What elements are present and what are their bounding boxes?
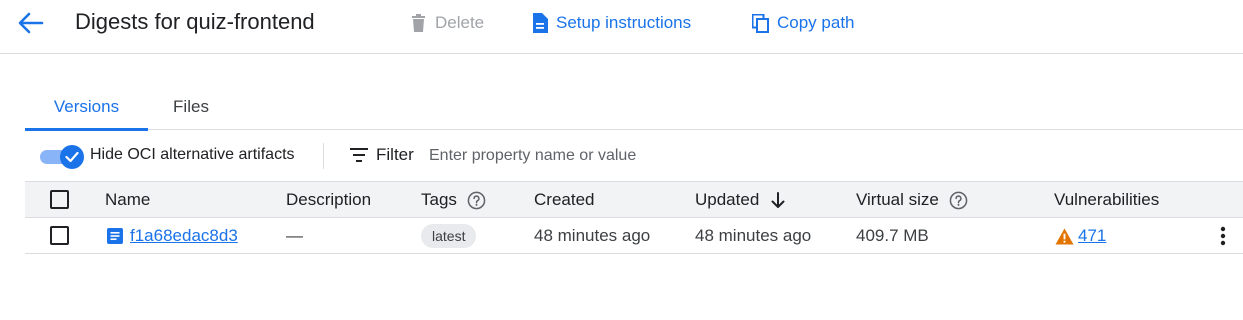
- document-icon: [533, 13, 548, 33]
- column-header-vulnerabilities[interactable]: Vulnerabilities: [1054, 190, 1159, 210]
- column-header-name[interactable]: Name: [105, 190, 150, 210]
- column-header-virtual-size: Virtual size: [856, 190, 968, 210]
- toolbar-divider: [323, 143, 324, 169]
- row-vulnerabilities-cell: 471: [1055, 226, 1106, 246]
- help-circle-icon[interactable]: [949, 191, 968, 210]
- digest-link[interactable]: f1a68edac8d3: [130, 226, 238, 246]
- warning-icon: [1055, 227, 1074, 245]
- help-circle-icon[interactable]: [467, 191, 486, 210]
- column-header-description[interactable]: Description: [286, 190, 371, 210]
- delete-label: Delete: [435, 13, 485, 32]
- trash-icon: [412, 14, 425, 32]
- toggle-label: Hide OCI alternative artifacts: [90, 146, 295, 163]
- row-created-cell: 48 minutes ago: [534, 226, 651, 245]
- row-checkbox[interactable]: [50, 226, 69, 245]
- tags-header-label: Tags: [421, 190, 457, 209]
- filter-button[interactable]: Filter: [350, 145, 414, 165]
- back-button[interactable]: [16, 11, 44, 35]
- updated-header-label: Updated: [695, 190, 760, 209]
- column-header-updated[interactable]: Updated: [695, 190, 785, 210]
- page-header: Digests for quiz-frontend Delete Setup i…: [0, 0, 1243, 54]
- arrow-down-icon[interactable]: [771, 191, 785, 209]
- row-virtual-size-cell: 409.7 MB: [856, 226, 929, 245]
- filter-icon: [350, 148, 368, 162]
- select-all-checkbox[interactable]: [50, 190, 69, 209]
- tab-versions[interactable]: Versions: [25, 84, 148, 131]
- row-description-cell: —: [286, 226, 303, 245]
- virtual-size-header-label: Virtual size: [856, 190, 939, 209]
- arrow-back-icon: [18, 12, 44, 34]
- hide-oci-toggle[interactable]: [40, 145, 84, 169]
- row-updated-cell: 48 minutes ago: [695, 226, 812, 245]
- column-header-created[interactable]: Created: [534, 190, 594, 210]
- setup-instructions-button[interactable]: Setup instructions: [531, 11, 691, 35]
- table-header-row: Name Description Tags Created Updated Vi…: [25, 181, 1243, 218]
- copy-icon: [752, 13, 769, 33]
- page-title: Digests for quiz-frontend: [75, 9, 315, 34]
- copy-path-button[interactable]: Copy path: [752, 11, 855, 35]
- artifact-icon: [107, 228, 123, 244]
- filter-label: Filter: [376, 145, 414, 164]
- more-vert-icon: [1220, 226, 1226, 246]
- tab-files[interactable]: Files: [148, 84, 234, 130]
- toggle-knob: [60, 145, 84, 169]
- setup-instructions-label: Setup instructions: [556, 13, 692, 32]
- vulnerabilities-link[interactable]: 471: [1078, 226, 1106, 246]
- check-icon: [65, 151, 79, 163]
- copy-path-label: Copy path: [777, 13, 855, 32]
- tab-bar: Versions Files: [25, 84, 1243, 131]
- column-header-tags: Tags: [421, 190, 486, 210]
- table-toolbar: Hide OCI alternative artifacts Filter: [25, 137, 1243, 175]
- row-actions-menu[interactable]: [1213, 225, 1233, 247]
- row-name-cell: f1a68edac8d3: [107, 226, 238, 246]
- table-row: f1a68edac8d3 — latest 48 minutes ago 48 …: [25, 218, 1243, 254]
- tag-chip[interactable]: latest: [421, 224, 477, 248]
- filter-input[interactable]: [429, 142, 929, 170]
- delete-button[interactable]: Delete: [410, 11, 484, 35]
